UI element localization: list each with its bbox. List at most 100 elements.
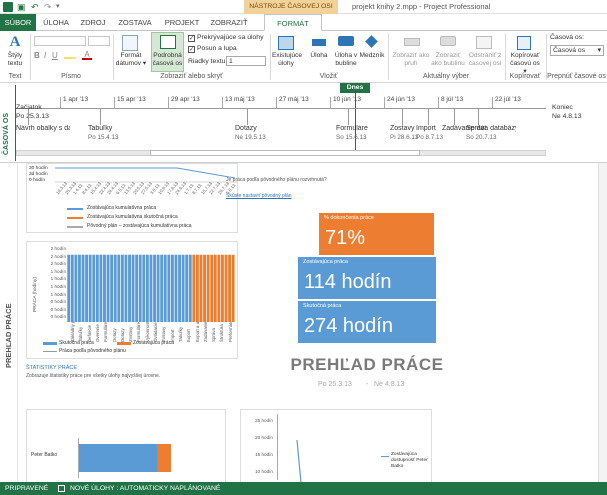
display-as-bar-button[interactable]: Zobraziť ako pruh	[392, 52, 430, 68]
insert-milestone-button[interactable]: Medzník	[359, 52, 385, 60]
text-lines-spinner[interactable]: 1	[226, 56, 266, 66]
availability-y-tick: 25 hodín	[255, 418, 273, 423]
timeline-switch-dropdown[interactable]: Časová os ▾	[550, 45, 604, 56]
tab-view[interactable]: ZOBRAZIŤ	[207, 16, 251, 30]
project-app-icon[interactable]	[3, 2, 13, 12]
availability-series	[296, 439, 302, 482]
actual-work-bar	[163, 254, 167, 322]
timeline-scale-label: 13 máj '13	[225, 96, 255, 103]
date-separator: -	[366, 381, 369, 388]
remaining-work-bar	[221, 254, 224, 322]
timeline-end-label: Koniec	[552, 104, 573, 111]
actual-work-bar	[185, 254, 189, 322]
timeline-scale-label: 22 júl '13	[495, 96, 521, 103]
overlapping-tasks-checkbox[interactable]: ✓	[188, 35, 195, 42]
tab-file[interactable]: SÚBOR	[0, 14, 36, 31]
timeline-pane[interactable]: ČASOVÁ OS Dnes 1 apr '13 15 apr '13 29 apr…	[0, 83, 607, 163]
timeline-task-marker	[100, 109, 101, 125]
existing-tasks-button[interactable]: Existujúce úlohy	[272, 52, 302, 68]
availability-y-ticks: 25 hodín20 hodín15 hodín10 hodín5 hodín	[243, 412, 273, 474]
insert-task-button[interactable]: Úloha	[306, 52, 332, 60]
report-canvas[interactable]: 30 hodín 3d hodín 0 hodín 18.3.13 25.3.13…	[18, 163, 607, 482]
bold-icon[interactable]: B	[34, 51, 40, 60]
tab-project[interactable]: PROJEKT	[162, 16, 202, 30]
italic-icon[interactable]: I	[44, 51, 46, 60]
timeline-scale-tick	[114, 97, 115, 108]
actual-work-bar	[103, 254, 106, 322]
timeline-scale-tick	[168, 97, 169, 108]
availability-legend-swatch	[381, 456, 389, 457]
actual-work-bar	[178, 254, 181, 322]
resource-work-chart-card[interactable]: Peter Batko	[26, 409, 226, 482]
stats-y-tick: 2 hodín	[50, 246, 66, 251]
actual-work-bar	[67, 254, 71, 322]
highlight-color-icon[interactable]	[64, 51, 76, 59]
pan-zoom-checkbox[interactable]: ✓	[188, 46, 195, 53]
insert-group-label: Vložiť	[319, 73, 338, 80]
legend-swatch-baseline-work	[43, 351, 57, 352]
copy-timeline-icon[interactable]	[517, 36, 531, 50]
burndown-chart-card[interactable]: 30 hodín 3d hodín 0 hodín 18.3.13 25.3.13…	[26, 163, 238, 233]
legend-actual: Zostávajúca kumulatívna skutočná práca	[87, 214, 178, 220]
callout-task-icon[interactable]	[338, 36, 354, 46]
qat-customize-icon[interactable]: ▾	[56, 2, 60, 12]
actual-work-bar	[142, 254, 146, 322]
font-color-icon[interactable]: A	[82, 51, 92, 60]
text-styles-button[interactable]: Štýly textu	[2, 52, 28, 68]
format-dates-button[interactable]: Formát dátumov ▾	[115, 52, 147, 68]
insert-callout-task-button[interactable]: Úloha v bubline	[331, 52, 361, 68]
stats-category-label: Overenie	[94, 324, 100, 342]
tab-task[interactable]: ÚLOHA	[40, 16, 72, 30]
underline-icon[interactable]: U	[52, 51, 58, 60]
font-size-box[interactable]	[88, 36, 110, 46]
undo-icon[interactable]: ↶	[31, 2, 39, 12]
remaining-work-bar	[195, 254, 199, 322]
font-group-label: Písmo	[61, 73, 81, 80]
status-bar: PRIPRAVENÉ NOVÉ ÚLOHY : AUTOMATICKY NAPL…	[0, 482, 607, 495]
remaining-work-bar	[199, 254, 203, 322]
actual-work-bar	[128, 254, 131, 322]
y-tick: 30 hodín	[29, 166, 48, 171]
milestone-icon[interactable]	[365, 35, 378, 48]
calendar-icon[interactable]	[122, 35, 138, 51]
remaining-work-bar	[206, 254, 210, 322]
remove-from-timeline-button[interactable]: Odstrániť z časovej osi	[466, 52, 504, 68]
timeline-scale-label: 10 jún '13	[333, 96, 361, 103]
timeline-task-name[interactable]: Návrh obálky s databázou	[16, 125, 70, 133]
resource-availability-chart-card[interactable]: 25 hodín20 hodín15 hodín10 hodín5 hodín …	[240, 409, 432, 482]
timeline-pan-thumb[interactable]	[150, 150, 420, 156]
display-as-callout-button[interactable]: Zobraziť ako bublinu	[430, 52, 466, 68]
new-tasks-icon[interactable]	[58, 485, 65, 492]
actual-work-tile: Skutočná práca 274 hodín	[298, 301, 436, 343]
detailed-timeline-label: Podrobná časová os	[152, 52, 183, 67]
work-stats-chart-card[interactable]: PRÁCA (hodiny) 2 hodín 2 hodín 2 hodín 1 ho…	[26, 241, 238, 359]
actual-work-bar	[138, 254, 142, 322]
actual-work-bar	[174, 254, 178, 322]
report-vertical-scrollbar[interactable]	[598, 163, 607, 482]
timeline-task-name[interactable]: Tabuľky	[88, 125, 138, 133]
timeline-task-name[interactable]: Dotazy	[235, 125, 285, 133]
stats-category-label: Výkonnosť	[144, 322, 150, 342]
ribbon: A Štýly textu Text B I U A Písmo Formát …	[0, 31, 607, 83]
tab-resource[interactable]: ZDROJ	[78, 16, 108, 30]
timeline-task-name[interactable]: Formuláre	[336, 125, 386, 133]
timeline-task-date: So 15.6.13	[336, 134, 367, 141]
save-icon[interactable]: ▣	[17, 2, 27, 12]
actual-work-bar	[99, 254, 103, 322]
remove-from-timeline-icon[interactable]	[476, 36, 492, 49]
timeline-end-date: Ne 4.8.13	[552, 113, 582, 120]
tab-report[interactable]: ZOSTAVA	[113, 16, 157, 30]
stats-title: ŠTATISTIKY PRÁCE	[26, 365, 78, 371]
timeline-start-date: Po 25.3.13	[16, 113, 49, 120]
status-new-tasks[interactable]: NOVÉ ÚLOHY : AUTOMATICKY NAPLÁNOVANÉ	[70, 482, 220, 495]
set-baseline-link[interactable]: Skúste nastaviť pôvodný plán	[226, 193, 292, 199]
display-as-callout-icon[interactable]	[440, 36, 456, 46]
task-icon[interactable]	[312, 39, 326, 46]
timeline-task-name[interactable]: Správa databázy	[466, 125, 516, 133]
font-name-box[interactable]	[34, 36, 86, 46]
redo-icon[interactable]: ↷	[44, 2, 52, 12]
text-styles-icon[interactable]: A	[5, 34, 25, 51]
existing-tasks-icon[interactable]	[278, 36, 294, 50]
display-as-bar-icon[interactable]	[404, 38, 420, 46]
tab-format[interactable]: FORMÁT	[264, 14, 322, 31]
